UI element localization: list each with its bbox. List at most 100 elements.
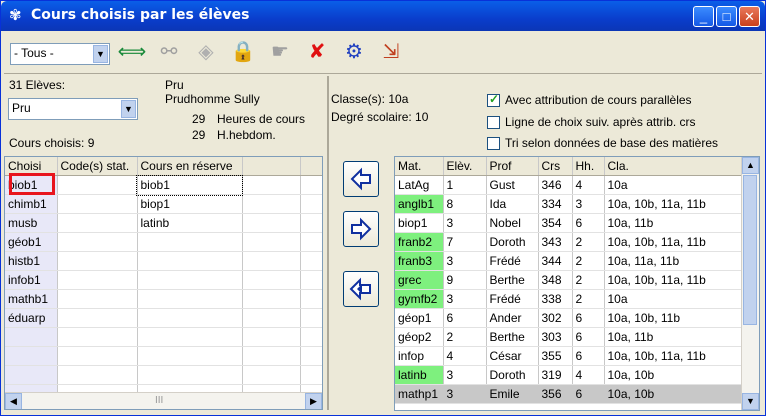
- delete-icon[interactable]: ✘: [301, 37, 333, 67]
- table-cell[interactable]: géop2: [395, 327, 444, 347]
- table-cell[interactable]: infob1: [5, 270, 58, 290]
- horizontal-scrollbar[interactable]: ◀ III ▶: [5, 392, 322, 409]
- table-cell[interactable]: latinb: [137, 213, 243, 233]
- table-cell[interactable]: 1: [443, 175, 487, 195]
- table-cell[interactable]: Doroth: [486, 232, 539, 252]
- table-cell[interactable]: 6: [443, 308, 487, 328]
- maximize-button[interactable]: □: [716, 6, 737, 27]
- table-row[interactable]: mathb1: [5, 289, 322, 309]
- table-cell[interactable]: 8: [443, 194, 487, 214]
- table-cell[interactable]: Nobel: [486, 213, 539, 233]
- table-cell[interactable]: [242, 308, 301, 328]
- next-line-checkbox[interactable]: [487, 116, 500, 129]
- swap-icon[interactable]: ⟺: [116, 37, 148, 67]
- table-cell[interactable]: Ander: [486, 308, 539, 328]
- table-cell[interactable]: LatAg: [395, 175, 444, 195]
- table-cell[interactable]: géob1: [5, 232, 58, 252]
- table-cell[interactable]: 10a, 10b: [604, 365, 744, 385]
- table-cell[interactable]: [137, 346, 243, 366]
- column-header[interactable]: Crs: [538, 157, 573, 176]
- hand-icon[interactable]: ☛: [264, 37, 296, 67]
- table-cell[interactable]: franb3: [395, 251, 444, 271]
- table-cell[interactable]: [300, 346, 322, 366]
- table-cell[interactable]: [242, 289, 301, 309]
- chevron-down-icon[interactable]: ▼: [93, 45, 108, 63]
- table-cell[interactable]: [242, 232, 301, 252]
- table-cell[interactable]: 356: [538, 384, 573, 404]
- table-cell[interactable]: Gust: [486, 175, 539, 195]
- column-header[interactable]: Hh.: [572, 157, 605, 176]
- table-row[interactable]: chimb1 biop1: [5, 194, 322, 214]
- diamond-icon[interactable]: ◈: [190, 37, 222, 67]
- table-cell[interactable]: [137, 327, 243, 347]
- table-cell[interactable]: anglb1: [395, 194, 444, 214]
- table-cell[interactable]: Emile: [486, 384, 539, 404]
- table-cell[interactable]: [57, 194, 138, 214]
- table-row[interactable]: [5, 327, 322, 347]
- table-cell[interactable]: 3: [443, 384, 487, 404]
- binoculars-icon[interactable]: ⚯: [153, 37, 185, 67]
- table-cell[interactable]: [57, 308, 138, 328]
- table-cell[interactable]: 4: [572, 175, 605, 195]
- export-icon[interactable]: ⇲: [375, 37, 407, 67]
- table-cell[interactable]: 334: [538, 194, 573, 214]
- sort-basedata-checkbox[interactable]: [487, 137, 500, 150]
- table-cell[interactable]: [300, 194, 322, 214]
- table-cell[interactable]: Berthe: [486, 270, 539, 290]
- table-cell[interactable]: [5, 346, 58, 366]
- parallel-courses-checkbox[interactable]: [487, 92, 500, 107]
- scroll-thumb-grip[interactable]: III: [155, 395, 163, 406]
- table-cell[interactable]: biob1: [136, 174, 243, 196]
- table-cell[interactable]: 10a, 11b: [604, 213, 744, 233]
- table-cell[interactable]: [242, 251, 301, 271]
- table-row[interactable]: mathp1 3 Emile 356 6 10a, 10b: [395, 384, 744, 404]
- table-cell[interactable]: 10a, 10b, 11a, 11b: [604, 346, 744, 366]
- table-row[interactable]: [5, 365, 322, 385]
- table-cell[interactable]: 303: [538, 327, 573, 347]
- table-cell[interactable]: [57, 289, 138, 309]
- table-cell[interactable]: César: [486, 346, 539, 366]
- table-cell[interactable]: 3: [572, 194, 605, 214]
- table-cell[interactable]: [137, 270, 243, 290]
- table-cell[interactable]: [57, 251, 138, 271]
- scroll-left-icon[interactable]: ◀: [5, 393, 22, 409]
- table-cell[interactable]: 6: [572, 327, 605, 347]
- table-cell[interactable]: Doroth: [486, 365, 539, 385]
- table-cell[interactable]: [242, 365, 301, 385]
- table-cell[interactable]: 2: [443, 327, 487, 347]
- table-row[interactable]: LatAg 1 Gust 346 4 10a: [395, 175, 744, 195]
- table-cell[interactable]: 3: [443, 365, 487, 385]
- table-cell[interactable]: 10a, 10b, 11b: [604, 308, 744, 328]
- table-cell[interactable]: 10a, 10b: [604, 384, 744, 404]
- lock-icon[interactable]: 🔒: [227, 37, 259, 67]
- table-cell[interactable]: 10a, 10b, 11a, 11b: [604, 194, 744, 214]
- column-header[interactable]: Cla.: [604, 157, 744, 176]
- table-cell[interactable]: [242, 327, 301, 347]
- column-header[interactable]: Prof: [486, 157, 539, 176]
- table-cell[interactable]: chimb1: [5, 194, 58, 214]
- table-cell[interactable]: 6: [572, 384, 605, 404]
- table-cell[interactable]: [300, 289, 322, 309]
- table-row[interactable]: éduarp: [5, 308, 322, 328]
- table-cell[interactable]: biop1: [395, 213, 444, 233]
- table-row[interactable]: [5, 346, 322, 366]
- table-cell[interactable]: 9: [443, 270, 487, 290]
- scroll-down-icon[interactable]: ▼: [742, 393, 759, 410]
- table-cell[interactable]: [242, 194, 301, 214]
- table-cell[interactable]: latinb: [395, 365, 444, 385]
- table-row[interactable]: géop1 6 Ander 302 6 10a, 10b, 11b: [395, 308, 744, 328]
- table-cell[interactable]: 6: [572, 308, 605, 328]
- column-header[interactable]: Elèv.: [443, 157, 487, 176]
- close-button[interactable]: ✕: [739, 6, 760, 27]
- table-cell[interactable]: 10a: [604, 289, 744, 309]
- table-cell[interactable]: 2: [572, 270, 605, 290]
- move-all-left-button[interactable]: [343, 271, 379, 307]
- table-cell[interactable]: [137, 232, 243, 252]
- table-cell[interactable]: [300, 213, 322, 233]
- table-cell[interactable]: 319: [538, 365, 573, 385]
- table-cell[interactable]: [57, 175, 138, 195]
- table-cell[interactable]: infop: [395, 346, 444, 366]
- table-row[interactable]: histb1: [5, 251, 322, 271]
- table-cell[interactable]: [57, 346, 138, 366]
- table-row[interactable]: franb3 3 Frédé 344 2 10a, 11a, 11b: [395, 251, 744, 271]
